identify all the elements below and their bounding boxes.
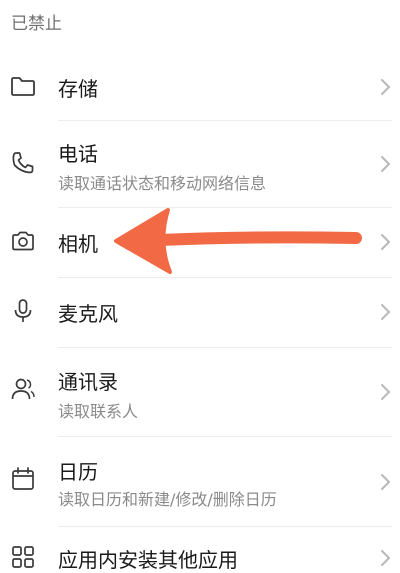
permission-item-phone[interactable]: 电话 读取通话状态和移动网络信息 <box>0 128 400 200</box>
permission-item-microphone[interactable]: 麦克风 <box>0 286 400 336</box>
divider <box>58 207 392 208</box>
permission-label: 电话 <box>58 142 98 166</box>
phone-icon <box>8 148 38 178</box>
divider <box>58 526 392 527</box>
divider <box>58 436 392 437</box>
permission-label: 通讯录 <box>58 370 118 394</box>
chevron-right-icon <box>381 234 390 250</box>
divider <box>58 277 392 278</box>
permission-item-storage[interactable]: 存储 <box>0 62 400 112</box>
apps-grid-icon <box>8 542 38 572</box>
permission-label: 相机 <box>58 232 98 256</box>
chevron-right-icon <box>381 79 390 95</box>
permission-label: 存储 <box>58 77 98 101</box>
contacts-icon <box>8 374 38 404</box>
microphone-icon <box>8 296 38 326</box>
permission-item-camera[interactable]: 相机 <box>0 216 400 266</box>
permission-label: 应用内安装其他应用 <box>58 548 238 572</box>
divider <box>58 120 392 121</box>
permission-subtitle: 读取通话状态和移动网络信息 <box>58 174 267 193</box>
chevron-right-icon <box>381 550 390 566</box>
folder-icon <box>8 71 38 101</box>
camera-icon <box>8 226 38 256</box>
calendar-icon <box>8 464 38 494</box>
permission-label: 日历 <box>58 460 98 484</box>
chevron-right-icon <box>381 384 390 400</box>
permission-subtitle: 读取日历和新建/修改/删除日历 <box>58 490 277 509</box>
permission-item-calendar[interactable]: 日历 读取日历和新建/修改/删除日历 <box>0 446 400 518</box>
permission-item-contacts[interactable]: 通讯录 读取联系人 <box>0 356 400 428</box>
permission-subtitle: 读取联系人 <box>58 402 139 421</box>
divider <box>58 347 392 348</box>
chevron-right-icon <box>381 474 390 490</box>
permission-label: 麦克风 <box>58 302 118 326</box>
permission-item-install-apps[interactable]: 应用内安装其他应用 <box>0 536 400 573</box>
chevron-right-icon <box>381 304 390 320</box>
section-title: 已禁止 <box>11 14 62 34</box>
chevron-right-icon <box>381 156 390 172</box>
